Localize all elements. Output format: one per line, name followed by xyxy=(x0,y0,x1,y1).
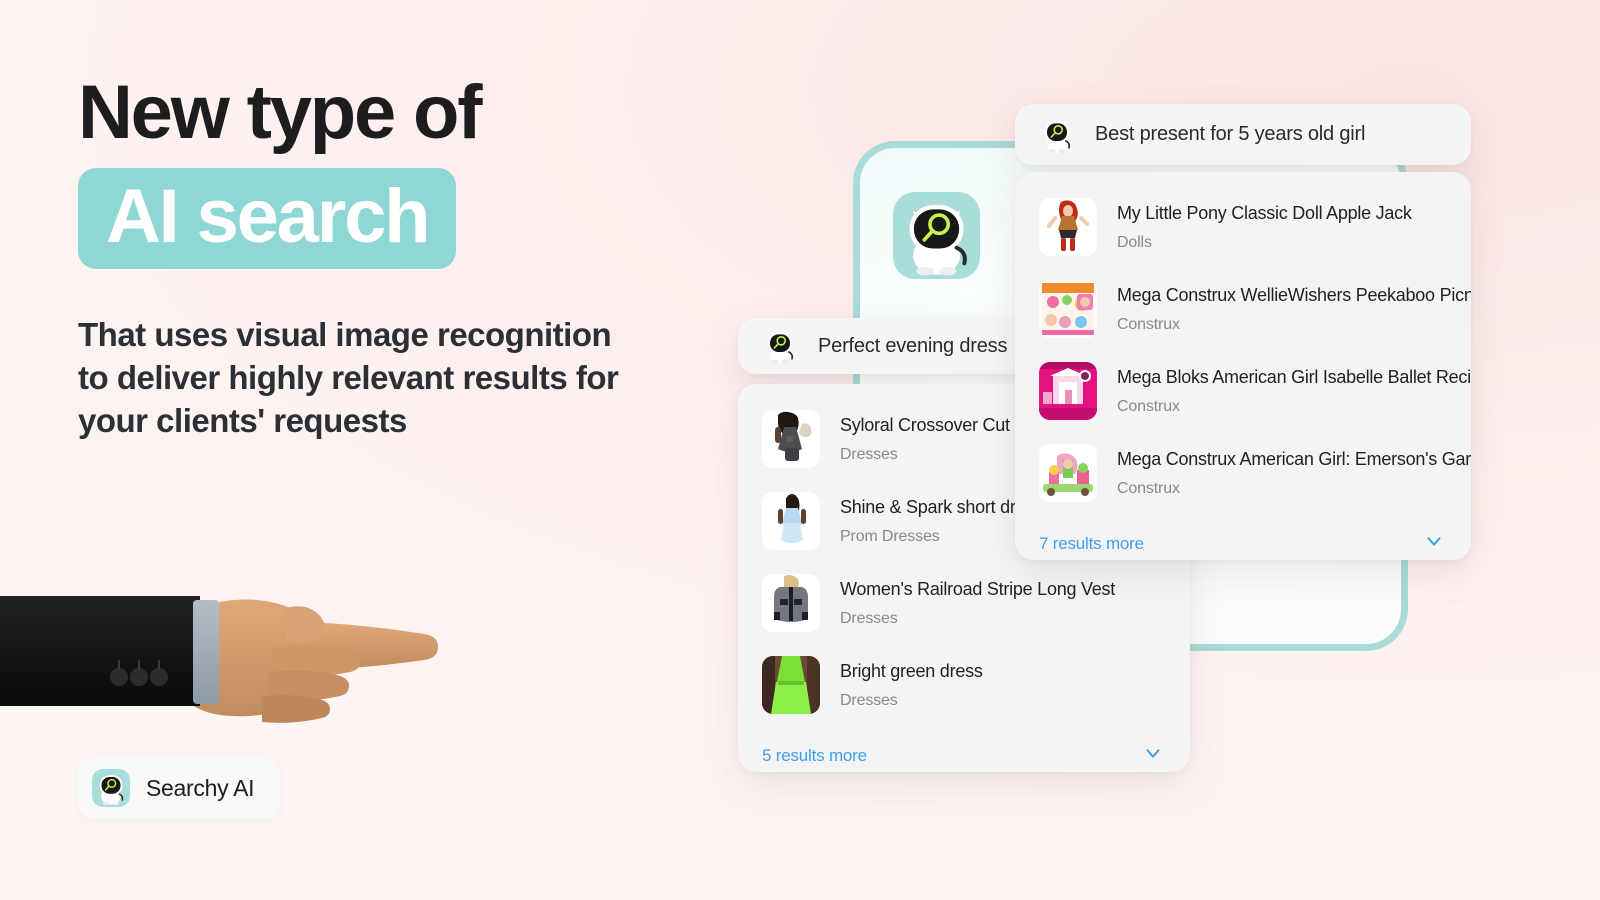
thumbnail-ballet-recital xyxy=(1039,362,1097,420)
device-robot-icon xyxy=(893,192,980,279)
show-more-results-evening-dress[interactable]: 5 results more xyxy=(738,726,1190,772)
hero-copy: New type of AI search That uses visual i… xyxy=(78,74,698,443)
headline-line-1: New type of xyxy=(78,70,483,155)
result-title: Mega Bloks American Girl Isabelle Ballet… xyxy=(1117,367,1471,388)
result-category: Dresses xyxy=(840,691,898,709)
searchy-robot-icon xyxy=(760,326,800,366)
thumbnail-pony-doll xyxy=(1039,198,1097,256)
result-category: Construx xyxy=(1117,479,1180,497)
list-item[interactable]: Bright green dress Dresses xyxy=(738,644,1190,726)
product-showcase: Perfect evening dress Syloral Crossover … xyxy=(690,0,1600,900)
thumbnail-sequin-dress xyxy=(762,410,820,468)
hero-subtitle: That uses visual image recognition to de… xyxy=(78,316,619,440)
searchy-robot-icon xyxy=(92,769,130,807)
search-bar-best-present[interactable]: Best present for 5 years old girl xyxy=(1015,104,1471,165)
searchy-robot-icon xyxy=(1037,115,1077,155)
result-category: Prom Dresses xyxy=(840,527,940,545)
list-item[interactable]: Mega Construx American Girl: Emerson's G… xyxy=(1015,432,1471,514)
result-title: Shine & Spark short dress xyxy=(840,497,1043,518)
list-item[interactable]: Mega Construx WellieWishers Peekaboo Pic… xyxy=(1015,268,1471,350)
chevron-down-icon[interactable] xyxy=(1142,742,1164,769)
result-title: Mega Construx American Girl: Emerson's G… xyxy=(1117,449,1471,470)
pointing-hand-right-icon xyxy=(0,560,445,740)
result-category: Dresses xyxy=(840,609,898,627)
thumbnail-green-dress xyxy=(762,656,820,714)
search-query-text: Best present for 5 years old girl xyxy=(1095,123,1366,145)
result-title: Mega Construx WellieWishers Peekaboo Pic… xyxy=(1117,285,1471,306)
result-category: Dolls xyxy=(1117,233,1152,251)
list-item[interactable]: My Little Pony Classic Doll Apple Jack D… xyxy=(1015,186,1471,268)
list-item[interactable]: Women's Railroad Stripe Long Vest Dresse… xyxy=(738,562,1190,644)
show-more-results-best-present[interactable]: 7 results more xyxy=(1015,514,1471,560)
search-query-text: Perfect evening dress xyxy=(818,334,1008,357)
result-category: Construx xyxy=(1117,397,1180,415)
result-title: My Little Pony Classic Doll Apple Jack xyxy=(1117,203,1412,224)
list-item[interactable]: Mega Bloks American Girl Isabelle Ballet… xyxy=(1015,350,1471,432)
more-results-label: 7 results more xyxy=(1039,533,1144,553)
thumbnail-grey-vest xyxy=(762,574,820,632)
thumbnail-picnic-set xyxy=(1039,280,1097,338)
thumbnail-blue-dress xyxy=(762,492,820,550)
chevron-down-icon[interactable] xyxy=(1423,530,1445,557)
result-title: Women's Railroad Stripe Long Vest xyxy=(840,579,1116,600)
thumbnail-garden-set xyxy=(1039,444,1097,502)
result-title: Bright green dress xyxy=(840,661,983,682)
headline-highlight: AI search xyxy=(78,167,457,270)
page-title: New type of AI search xyxy=(78,74,698,270)
brand-name: Searchy AI xyxy=(146,774,255,801)
brand-badge[interactable]: Searchy AI xyxy=(78,757,281,819)
more-results-label: 5 results more xyxy=(762,745,867,765)
results-list-best-present: My Little Pony Classic Doll Apple Jack D… xyxy=(1015,172,1471,560)
result-category: Construx xyxy=(1117,315,1180,333)
